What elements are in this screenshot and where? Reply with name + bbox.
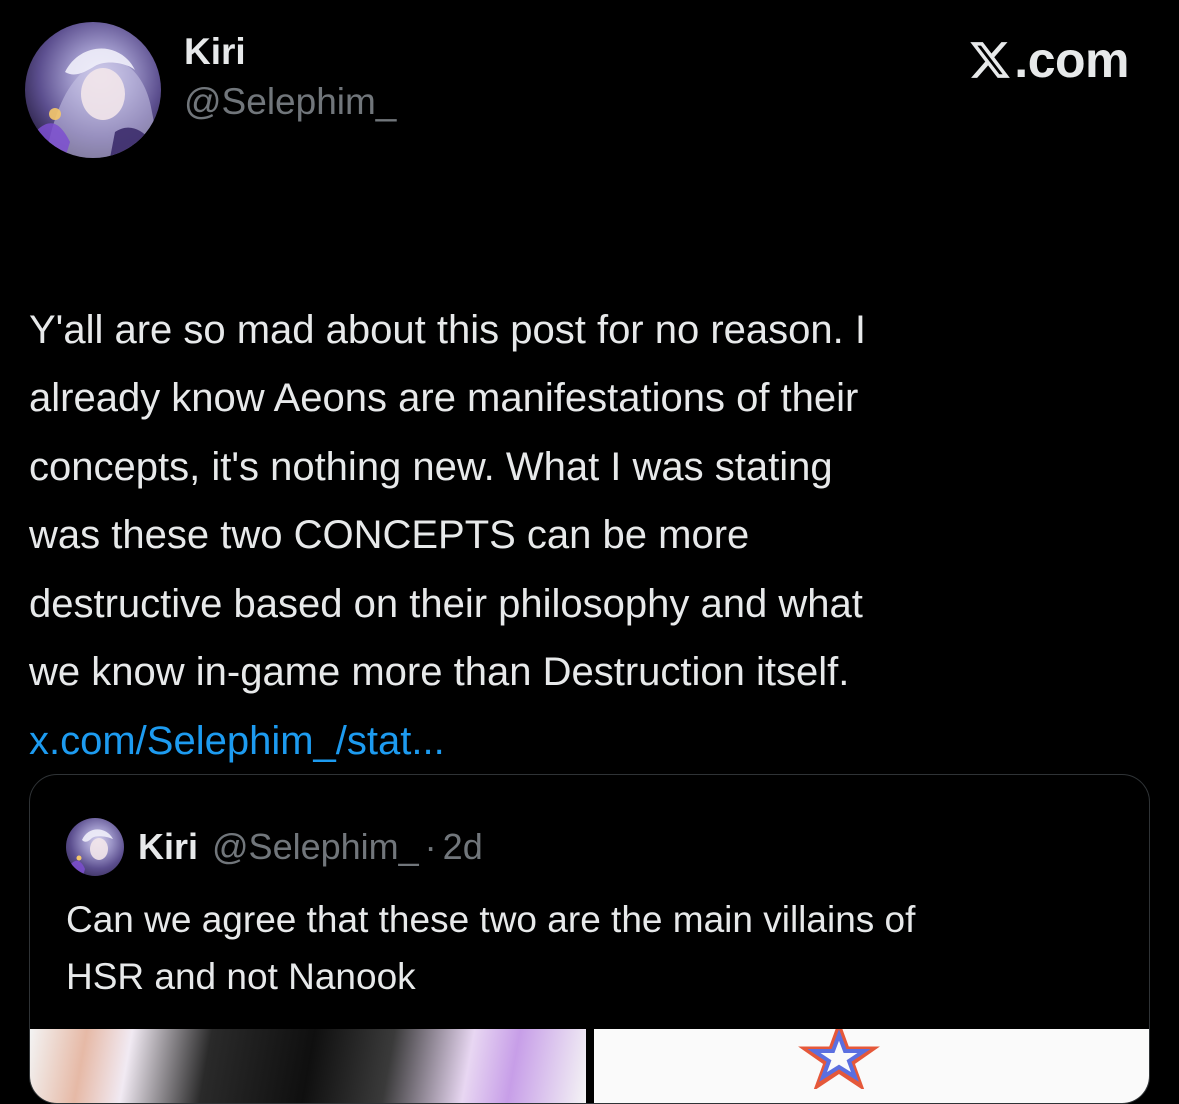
- tweet-text: Y'all are so mad about this post for no …: [29, 307, 866, 695]
- quoted-tweet-header: Kiri @Selephim_ · 2d: [66, 818, 483, 876]
- tweet-body: Y'all are so mad about this post for no …: [29, 227, 1139, 844]
- quoted-media-image-left[interactable]: [30, 1029, 586, 1103]
- quoted-author-handle[interactable]: @Selephim_: [212, 826, 419, 868]
- tweet-link[interactable]: x.com/Selephim_/stat...: [29, 707, 1139, 776]
- avatar-icon: [66, 829, 113, 876]
- author-handle[interactable]: @Selephim_: [184, 80, 396, 124]
- avatar-icon: [25, 48, 161, 158]
- brand-label: .com: [1014, 32, 1129, 88]
- quoted-tweet-text: Can we agree that these two are the main…: [66, 899, 916, 997]
- quoted-author-avatar[interactable]: [66, 818, 124, 876]
- quoted-author-name[interactable]: Kiri: [138, 826, 198, 868]
- quoted-media-grid: [30, 1029, 1149, 1103]
- author-display-name[interactable]: Kiri: [184, 30, 246, 74]
- star-graphic-icon: [797, 1029, 880, 1089]
- quoted-timestamp[interactable]: 2d: [443, 826, 483, 868]
- quoted-tweet-card[interactable]: Kiri @Selephim_ · 2d Can we agree that t…: [29, 774, 1150, 1104]
- brand-watermark: .com: [968, 30, 1129, 90]
- quoted-separator: ·: [424, 826, 437, 867]
- quoted-media-image-right[interactable]: [593, 1029, 1149, 1103]
- author-avatar[interactable]: [25, 22, 161, 158]
- x-logo-icon: [970, 42, 1011, 78]
